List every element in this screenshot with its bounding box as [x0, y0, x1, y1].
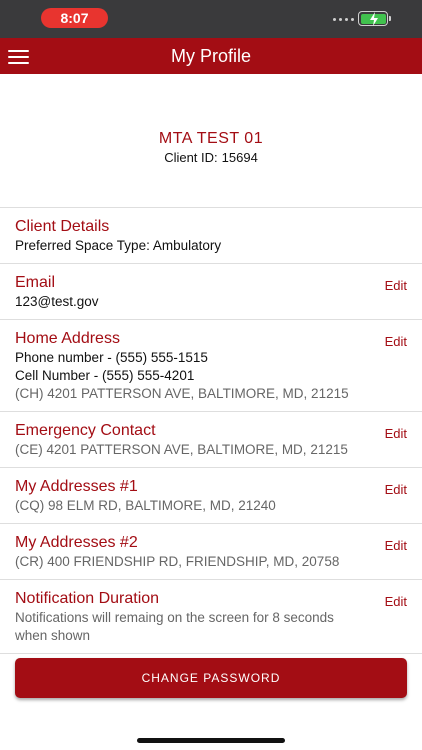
edit-email-link[interactable]: Edit	[385, 278, 407, 293]
section-title: Client Details	[15, 218, 110, 235]
address-2-value: (CR) 400 FRIENDSHIP RD, FRIENDSHIP, MD, …	[15, 554, 340, 569]
profile-sections: Client Details Preferred Space Type: Amb…	[0, 207, 422, 654]
edit-notification-duration-link[interactable]: Edit	[385, 594, 407, 609]
home-indicator[interactable]	[137, 738, 285, 743]
edit-home-address-link[interactable]: Edit	[385, 334, 407, 349]
battery-cap	[389, 16, 391, 21]
section-title: My Addresses #1	[15, 478, 138, 495]
section-title: My Addresses #2	[15, 534, 138, 551]
notification-duration-section: Notification Duration Edit Notifications…	[0, 579, 422, 654]
edit-address-1-link[interactable]: Edit	[385, 482, 407, 497]
edit-emergency-contact-link[interactable]: Edit	[385, 426, 407, 441]
home-address: (CH) 4201 PATTERSON AVE, BALTIMORE, MD, …	[15, 386, 349, 401]
battery-icon	[358, 11, 388, 26]
preferred-space-type: Preferred Space Type: Ambulatory	[15, 238, 222, 253]
change-password-button[interactable]: CHANGE PASSWORD	[15, 658, 407, 698]
emergency-contact-address: (CE) 4201 PATTERSON AVE, BALTIMORE, MD, …	[15, 442, 348, 457]
address-1-section: My Addresses #1 Edit (CQ) 98 ELM RD, BAL…	[0, 467, 422, 523]
client-id-value: 15694	[221, 150, 258, 165]
address-2-section: My Addresses #2 Edit (CR) 400 FRIENDSHIP…	[0, 523, 422, 579]
client-id-label: Client ID:	[164, 150, 218, 165]
status-time: 8:07	[41, 8, 108, 28]
cellular-signal-icon	[333, 18, 354, 21]
client-details-section: Client Details Preferred Space Type: Amb…	[0, 207, 422, 263]
status-bar: 8:07	[0, 0, 422, 38]
notification-text-line-1: Notifications will remaing on the screen…	[15, 610, 334, 625]
edit-address-2-link[interactable]: Edit	[385, 538, 407, 553]
address-1-value: (CQ) 98 ELM RD, BALTIMORE, MD, 21240	[15, 498, 276, 513]
cell-number: Cell Number - (555) 555-4201	[15, 368, 195, 383]
notification-text-line-2: when shown	[15, 628, 91, 643]
section-title: Email	[15, 274, 56, 291]
email-section: Email Edit 123@test.gov	[0, 263, 422, 319]
section-title: Home Address	[15, 330, 120, 347]
email-value: 123@test.gov	[15, 294, 99, 309]
client-id: Client ID: 15694	[0, 150, 422, 165]
phone-number: Phone number - (555) 555-1515	[15, 350, 208, 365]
section-title: Emergency Contact	[15, 422, 156, 439]
section-title: Notification Duration	[15, 590, 160, 607]
app-header: My Profile	[0, 38, 422, 74]
emergency-contact-section: Emergency Contact Edit (CE) 4201 PATTERS…	[0, 411, 422, 467]
page-title: My Profile	[170, 46, 251, 66]
client-name: MTA TEST 01	[158, 130, 264, 147]
home-address-section: Home Address Edit Phone number - (555) 5…	[0, 319, 422, 411]
